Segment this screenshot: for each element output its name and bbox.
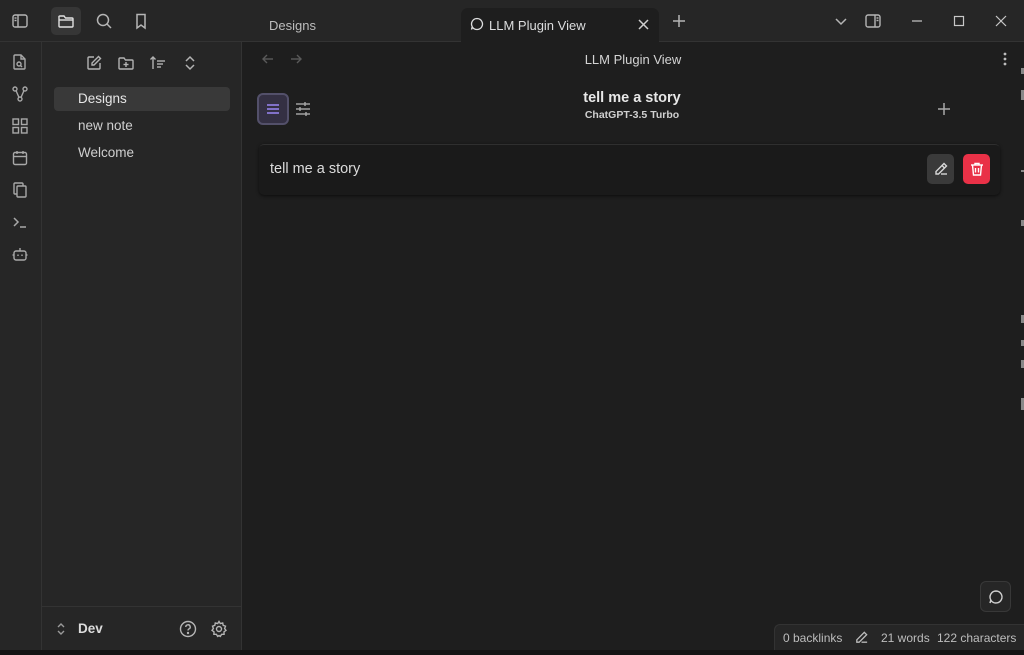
character-count: 122 characters (937, 631, 1017, 645)
pencil-icon[interactable] (854, 630, 869, 645)
minimize-button[interactable] (896, 0, 938, 42)
close-icon (995, 15, 1007, 27)
file-item-welcome[interactable]: Welcome (54, 141, 230, 165)
plus-icon (671, 13, 687, 29)
toggle-sidebar-button[interactable] (5, 7, 35, 35)
settings-gear-icon[interactable] (210, 620, 228, 638)
folder-icon (57, 12, 75, 30)
vault-switcher[interactable]: Dev (42, 606, 242, 650)
new-folder-button[interactable] (113, 50, 139, 76)
new-chat-button[interactable] (928, 93, 960, 125)
llm-plugin-button[interactable] (6, 240, 34, 268)
delete-history-button[interactable] (963, 154, 990, 184)
canvas-button[interactable] (6, 112, 34, 140)
sort-button[interactable] (145, 50, 171, 76)
help-icon[interactable] (179, 620, 197, 638)
edit-history-button[interactable] (927, 154, 954, 184)
history-item-text: tell me a story (270, 161, 361, 177)
chat-bubble-icon (470, 17, 484, 31)
file-explorer: Designs new note Welcome Dev (42, 42, 242, 650)
history-item[interactable]: tell me a story (259, 144, 1000, 195)
folder-plus-icon (117, 54, 135, 72)
file-search-icon (11, 53, 29, 71)
daily-note-button[interactable] (6, 144, 34, 172)
sliders-icon (294, 100, 312, 118)
sidebar-toggle-icon (11, 12, 29, 30)
bookmark-icon (132, 12, 150, 30)
edge-artifact (1019, 60, 1024, 420)
new-tab-button[interactable] (664, 7, 694, 35)
file-explorer-button[interactable] (51, 7, 81, 35)
terminal-icon (11, 213, 29, 231)
open-chat-button[interactable] (980, 581, 1011, 612)
status-bar: 0 backlinks 21 words 122 characters (774, 624, 1024, 650)
tab-designs[interactable]: Designs (242, 8, 460, 42)
bookmarks-button[interactable] (126, 7, 156, 35)
ribbon (0, 42, 42, 650)
sort-icon (149, 54, 167, 72)
graph-view-button[interactable] (6, 80, 34, 108)
bot-icon (11, 245, 29, 263)
chevrons-up-down-icon (181, 54, 199, 72)
templates-button[interactable] (6, 176, 34, 204)
maximize-button[interactable] (938, 0, 980, 42)
search-button[interactable] (89, 7, 119, 35)
tab-label: Designs (269, 17, 316, 33)
graph-icon (11, 85, 29, 103)
main-view: LLM Plugin View tell me a story ChatGPT-… (242, 42, 1024, 650)
history-list-button[interactable] (257, 93, 289, 125)
trash-icon (969, 161, 985, 177)
maximize-icon (953, 15, 965, 27)
pencil-icon (933, 161, 949, 177)
file-item-designs[interactable]: Designs (54, 87, 230, 111)
search-icon (95, 12, 113, 30)
edit-icon (85, 54, 103, 72)
open-quick-switcher-button[interactable] (6, 48, 34, 76)
minimize-icon (911, 15, 923, 27)
command-palette-button[interactable] (6, 208, 34, 236)
right-sidebar-icon (864, 12, 882, 30)
grid-icon (11, 117, 29, 135)
file-label: Designs (78, 91, 127, 106)
menu-icon (265, 101, 281, 117)
file-label: new note (78, 118, 133, 133)
file-label: Welcome (78, 145, 135, 160)
word-count: 21 words (881, 631, 930, 645)
plus-icon (936, 101, 952, 117)
chat-title: tell me a story (583, 90, 681, 106)
window-bottom-edge (0, 650, 1024, 655)
title-bar: Designs LLM Plugin View (0, 0, 1024, 42)
chevrons-up-down-icon (55, 622, 67, 636)
view-title: LLM Plugin View (584, 52, 682, 67)
collapse-all-button[interactable] (177, 50, 203, 76)
tab-label: LLM Plugin View (489, 17, 586, 33)
settings-button[interactable] (287, 93, 319, 125)
toggle-right-sidebar-button[interactable] (858, 7, 888, 35)
chat-bubble-icon (988, 589, 1004, 605)
backlinks-count[interactable]: 0 backlinks (783, 631, 842, 645)
copy-icon (11, 181, 29, 199)
more-options-icon[interactable] (1002, 51, 1008, 67)
chevron-down-icon (833, 13, 849, 29)
vault-name: Dev (78, 621, 103, 636)
calendar-icon (11, 149, 29, 167)
tab-list-button[interactable] (826, 7, 856, 35)
model-name: ChatGPT-3.5 Turbo (584, 109, 680, 121)
close-tab-icon[interactable] (637, 18, 650, 31)
file-item-new-note[interactable]: new note (54, 114, 230, 138)
close-window-button[interactable] (980, 0, 1022, 42)
tab-llm-plugin-view[interactable]: LLM Plugin View (461, 8, 659, 42)
new-note-button[interactable] (81, 50, 107, 76)
